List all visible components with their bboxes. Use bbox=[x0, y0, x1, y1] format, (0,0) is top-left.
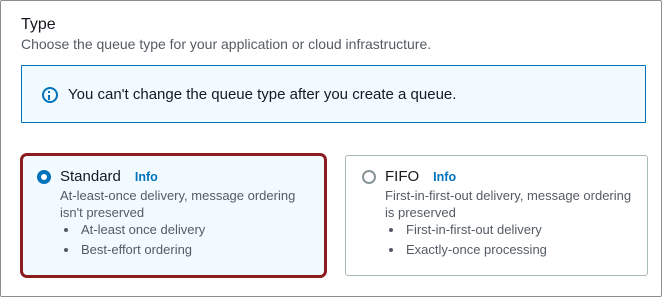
bullet-icon bbox=[64, 248, 68, 252]
section-description: Choose the queue type for your applicati… bbox=[21, 36, 432, 52]
option-title-row: FIFO Info bbox=[385, 167, 456, 187]
option-title-row: Standard Info bbox=[60, 167, 158, 187]
queue-type-option-fifo[interactable]: FIFO Info First-in-first-out delivery, m… bbox=[345, 155, 648, 276]
radio-standard[interactable] bbox=[37, 170, 51, 184]
feature-list: First-in-first-out delivery Exactly-once… bbox=[385, 220, 547, 260]
queue-type-option-standard[interactable]: Standard Info At-least-once delivery, me… bbox=[20, 153, 327, 278]
feature-label: Best-effort ordering bbox=[81, 242, 193, 257]
info-circle-icon bbox=[42, 87, 58, 103]
info-link[interactable]: Info bbox=[135, 170, 158, 184]
feature-item: First-in-first-out delivery bbox=[385, 220, 547, 240]
option-title: Standard bbox=[60, 168, 121, 185]
radio-fifo[interactable] bbox=[362, 170, 376, 184]
bullet-icon bbox=[389, 248, 393, 252]
option-description: First-in-first-out delivery, message ord… bbox=[385, 188, 632, 220]
section-title: Type bbox=[21, 16, 56, 33]
queue-type-panel: Type Choose the queue type for your appl… bbox=[0, 0, 662, 297]
feature-list: At-least once delivery Best-effort order… bbox=[60, 220, 205, 260]
alert-text: You can't change the queue type after yo… bbox=[68, 86, 457, 103]
option-description: At-least-once delivery, message ordering… bbox=[60, 188, 296, 220]
info-link[interactable]: Info bbox=[433, 170, 456, 184]
bullet-icon bbox=[64, 228, 68, 232]
feature-item: At-least once delivery bbox=[60, 220, 205, 240]
feature-item: Exactly-once processing bbox=[385, 240, 547, 260]
feature-label: Exactly-once processing bbox=[406, 242, 547, 257]
option-title: FIFO bbox=[385, 168, 420, 185]
feature-item: Best-effort ordering bbox=[60, 240, 205, 260]
bullet-icon bbox=[389, 228, 393, 232]
feature-label: First-in-first-out delivery bbox=[406, 222, 542, 237]
feature-label: At-least once delivery bbox=[81, 222, 206, 237]
info-alert: You can't change the queue type after yo… bbox=[21, 65, 646, 123]
